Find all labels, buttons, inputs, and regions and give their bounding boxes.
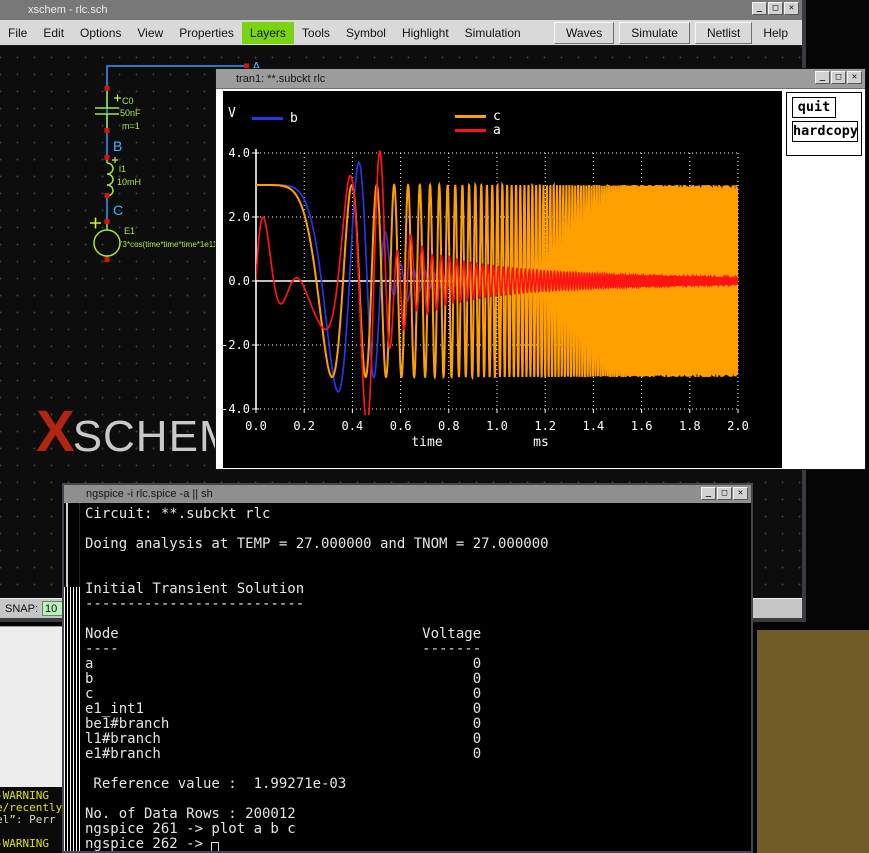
terminal-output: Circuit: **.subckt rlc Doing analysis at… (85, 507, 549, 851)
source-ref[interactable]: E1 (124, 226, 135, 236)
minimize-icon[interactable]: _ (701, 487, 716, 500)
x-tick-label: 2.0 (727, 419, 749, 433)
plot-window-title: tran1: **.subckt rlc (236, 73, 325, 85)
xschem-logo: XSCHEM (36, 398, 237, 465)
legend-item-c[interactable]: c (455, 109, 501, 124)
snap-label: SNAP: (5, 603, 38, 615)
minimize-icon[interactable]: _ (752, 2, 767, 15)
menu-properties[interactable]: Properties (171, 22, 242, 44)
netlist-button[interactable]: Netlist (695, 22, 752, 44)
hardcopy-button[interactable]: hardcopy (792, 121, 858, 142)
close-icon[interactable]: ✕ (733, 487, 748, 500)
maximize-icon[interactable]: □ (768, 2, 783, 15)
legend-item-b[interactable]: b (252, 111, 298, 126)
x-tick-label: 1.2 (534, 419, 556, 433)
source-expression[interactable]: '3*cos(time*time*time*1e11)' (121, 240, 222, 249)
ngspice-terminal-window: ngspice -i rlc.spice -a || sh _ □ ✕ Circ… (62, 483, 753, 853)
capacitor-ref[interactable]: C0 (122, 96, 134, 106)
legend-swatch-c (455, 115, 486, 118)
waveform-svg: 0.0 0.2 0.4 0.6 0.8 1.0 1.2 1.4 1.6 1.8 2.0 4.0 2.0 0… (223, 91, 782, 468)
ngspice-plot-window: tran1: **.subckt rlc _ □ ✕ 0.00.20.40.60… (215, 68, 866, 470)
plot-button-panel: quit hardcopy (786, 92, 862, 156)
x-tick-label: 0.4 (342, 419, 364, 433)
x-tick-label: 0.6 (390, 419, 412, 433)
terminal-cursor (211, 842, 219, 851)
maximize-icon[interactable]: □ (831, 71, 846, 84)
close-icon[interactable]: ✕ (784, 2, 799, 15)
plot-content: 0.0 0.2 0.4 0.6 0.8 1.0 1.2 1.4 1.6 1.8 2.0 4.0 2.0 0… (216, 89, 865, 469)
x-tick-label: 1.4 (583, 419, 605, 433)
warning-line: -WARNING (0, 837, 49, 850)
simulate-button[interactable]: Simulate (619, 22, 690, 44)
menu-file[interactable]: File (0, 22, 35, 44)
capacitor-value[interactable]: 50nF (120, 108, 141, 118)
plot-window-controls: _ □ ✕ (815, 71, 862, 84)
help-menu[interactable]: Help (757, 23, 794, 43)
menu-edit[interactable]: Edit (35, 22, 72, 44)
menu-simulation[interactable]: Simulation (457, 22, 529, 44)
xschem-logo-text: SCHEM (73, 412, 237, 462)
inductor-ref[interactable]: l1 (119, 164, 126, 174)
menu-view[interactable]: View (129, 22, 171, 44)
background-terminal-warnings: -WARNING e/recently el”: Perr -WARNING (0, 787, 63, 853)
net-label-b[interactable]: B (113, 138, 122, 154)
xschem-toolbar: Waves Simulate Netlist Help (554, 22, 802, 44)
xschem-logo-x: X (36, 398, 73, 465)
menu-options[interactable]: Options (72, 22, 129, 44)
xschem-window-controls: _ □ ✕ (752, 2, 799, 15)
legend-label-b: b (290, 111, 298, 126)
y-tick-label: 4.0 (228, 146, 250, 160)
terminal-body[interactable]: Circuit: **.subckt rlc Doing analysis at… (64, 503, 751, 851)
terminal-titlebar[interactable]: ngspice -i rlc.spice -a || sh _ □ ✕ (64, 485, 751, 503)
minimize-icon[interactable]: _ (815, 71, 830, 84)
plot-titlebar[interactable]: tran1: **.subckt rlc _ □ ✕ (216, 69, 865, 89)
scrollbar-rail (66, 503, 68, 587)
y-axis-unit: V (228, 106, 236, 121)
y-tick-label: 0.0 (228, 274, 250, 288)
x-axis-unit: ms (529, 435, 553, 450)
xschem-window-title: xschem - rlc.sch (28, 4, 107, 16)
capacitor-symbol[interactable] (95, 90, 121, 131)
y-tick-label: -2.0 (223, 338, 250, 352)
close-icon[interactable]: ✕ (847, 71, 862, 84)
maximize-icon[interactable]: □ (717, 487, 732, 500)
quit-button[interactable]: quit (792, 97, 836, 118)
xschem-titlebar[interactable]: xschem - rlc.sch _ □ ✕ (0, 0, 802, 20)
legend-swatch-b (252, 117, 283, 120)
menu-layers[interactable]: Layers (242, 22, 294, 44)
x-tick-label: 1.6 (631, 419, 653, 433)
xschem-menubar: File Edit Options View Properties Layers… (0, 20, 802, 46)
terminal-window-controls: _ □ ✕ (701, 487, 748, 500)
scrollbar-stipple (64, 587, 80, 851)
waveforms (256, 151, 738, 425)
component-annotations: C0 50nF m=1 l1 10mH E1 '3*cos(time*time*… (117, 96, 222, 249)
x-tick-label: 1.0 (486, 419, 508, 433)
x-axis-label: time (403, 435, 451, 450)
background-dialog-fragment (0, 626, 63, 787)
legend-item-a[interactable]: a (455, 123, 501, 138)
desktop: xschem - rlc.sch _ □ ✕ File Edit Options… (0, 0, 869, 853)
legend-label-c: c (493, 109, 501, 124)
menu-highlight[interactable]: Highlight (394, 22, 457, 44)
x-tick-label: 0.2 (293, 419, 315, 433)
menu-symbol[interactable]: Symbol (338, 22, 394, 44)
x-tick-label: 0.0 (245, 419, 267, 433)
terminal-window-title: ngspice -i rlc.spice -a || sh (86, 488, 213, 500)
desktop-background-patch (757, 630, 869, 853)
x-tick-label: 0.8 (438, 419, 460, 433)
terminal-scrollbar[interactable] (64, 503, 80, 851)
voltage-source-symbol[interactable] (90, 218, 120, 263)
net-label-c[interactable]: C (113, 202, 123, 218)
waves-button[interactable]: Waves (554, 22, 614, 44)
warning-line: el”: Perr (0, 813, 56, 826)
legend-label-a: a (493, 123, 501, 138)
capacitor-extra[interactable]: m=1 (122, 121, 140, 131)
menu-tools[interactable]: Tools (294, 22, 338, 44)
legend-swatch-a (455, 129, 486, 132)
inductor-value[interactable]: 10mH (117, 177, 141, 187)
y-tick-label: 2.0 (228, 210, 250, 224)
waveform-plot[interactable]: 0.0 0.2 0.4 0.6 0.8 1.0 1.2 1.4 1.6 1.8 2.0 4.0 2.0 0… (223, 91, 782, 468)
x-tick-label: 1.8 (679, 419, 701, 433)
y-tick-label: -4.0 (223, 402, 250, 416)
